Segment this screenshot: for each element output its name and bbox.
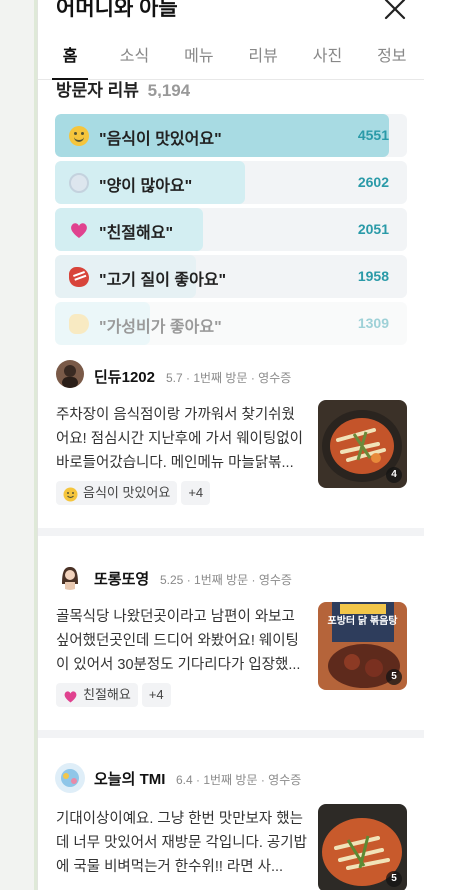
photo-count-badge: 5 xyxy=(386,871,402,887)
photo-count-badge: 5 xyxy=(386,669,402,685)
keyword-chip[interactable]: 친절해요 xyxy=(56,683,138,707)
review-tags: 음식이 맛있어요 +4 xyxy=(56,481,211,505)
more-tags-chip[interactable]: +4 xyxy=(181,481,211,505)
keyword-chip[interactable]: 음식이 맛있어요 xyxy=(56,481,178,505)
smile-emoji-icon xyxy=(69,126,89,146)
keyword-stats-list: "음식이 맛있어요" 4551 "양이 많아요" 2602 "친절해요" 205… xyxy=(55,114,407,349)
keyword-count: 2051 xyxy=(357,221,389,237)
review-item: 또롱또영 5.25 · 1번째 방문 · 영수증 골목식당 나왔던곳이라고 남편… xyxy=(38,544,424,738)
keyword-label: "고기 질이 좋아요" xyxy=(99,272,227,289)
smile-emoji-icon xyxy=(63,486,78,501)
keyword-label: "친절해요" xyxy=(99,225,174,242)
more-tags-chip[interactable]: +4 xyxy=(141,683,171,707)
review-text[interactable]: 기대이상이예요. 그냥 한번 맛만보자 했는데 너무 맛있어서 재방문 각입니다… xyxy=(56,807,308,879)
background-map-edge xyxy=(0,0,38,890)
review-item: 딘듀1202 5.7 · 1번째 방문 · 영수증 주차장이 음식점이랑 가까워… xyxy=(38,348,424,536)
review-photo[interactable]: 5 xyxy=(318,804,407,890)
panel-header: 어머니와 아들 xyxy=(56,0,408,28)
keyword-chip-label: 음식이 맛있어요 xyxy=(83,485,171,500)
keyword-count: 1958 xyxy=(357,268,389,284)
place-detail-panel: 어머니와 아들 홈 소식 메뉴 리뷰 사진 정보 방문자 리뷰 5,194 "음… xyxy=(38,0,424,890)
close-icon xyxy=(384,0,406,20)
review-text[interactable]: 골목식당 나왔던곳이라고 남편이 와보고 싶어했던곳인데 드디어 와봤어요! 웨… xyxy=(56,605,308,677)
review-meta: 6.4 · 1번째 방문 · 영수증 xyxy=(176,773,302,787)
keyword-count: 1309 xyxy=(357,315,389,331)
review-photo[interactable]: 포방터 닭 볶음탕 5 xyxy=(318,602,407,690)
tab-photos[interactable]: 사진 xyxy=(295,38,359,79)
visitor-review-title: 방문자 리뷰 xyxy=(56,81,139,98)
keyword-count: 2602 xyxy=(357,174,389,190)
bowl-emoji-icon xyxy=(69,173,89,193)
reviewer-name[interactable]: 오늘의 TMI xyxy=(94,768,165,789)
avatar[interactable] xyxy=(54,762,86,794)
keyword-row[interactable]: "양이 많아요" 2602 xyxy=(55,161,407,204)
keyword-row[interactable]: "고기 질이 좋아요" 1958 xyxy=(55,255,407,298)
tab-news[interactable]: 소식 xyxy=(102,38,166,79)
avatar[interactable] xyxy=(56,562,84,590)
tab-info[interactable]: 정보 xyxy=(360,38,424,79)
keyword-label: "양이 많아요" xyxy=(99,178,193,195)
keyword-row[interactable]: "친절해요" 2051 xyxy=(55,208,407,251)
keyword-label: "음식이 맛있어요" xyxy=(99,131,222,148)
keyword-chip-label: 친절해요 xyxy=(83,687,131,702)
tab-reviews[interactable]: 리뷰 xyxy=(231,38,295,79)
review-photo[interactable]: 4 xyxy=(318,400,407,488)
review-item: 오늘의 TMI 6.4 · 1번째 방문 · 영수증 기대이상이예요. 그냥 한… xyxy=(38,746,424,890)
reviewer-name[interactable]: 딘듀1202 xyxy=(94,366,155,387)
heart-emoji-icon xyxy=(63,688,78,703)
heart-emoji-icon xyxy=(69,220,89,240)
photo-count-badge: 4 xyxy=(386,467,402,483)
close-button[interactable] xyxy=(382,0,408,22)
place-title: 어머니와 아들 xyxy=(56,0,178,20)
tab-bar: 홈 소식 메뉴 리뷰 사진 정보 xyxy=(38,38,424,80)
tab-home[interactable]: 홈 xyxy=(38,38,102,80)
review-tags: 친절해요 +4 xyxy=(56,683,171,707)
coin-emoji-icon xyxy=(69,314,89,334)
reviewer-name[interactable]: 또롱또영 xyxy=(94,568,149,589)
map-road-stripe xyxy=(34,0,37,890)
review-text[interactable]: 주차장이 음식점이랑 가까워서 찾기쉬웠어요! 점심시간 지난후에 가서 웨이팅… xyxy=(56,403,308,475)
keyword-label: "가성비가 좋아요" xyxy=(99,319,222,336)
visitor-review-count: 5,194 xyxy=(147,81,191,98)
keyword-count: 4551 xyxy=(357,127,389,143)
avatar[interactable] xyxy=(56,360,84,388)
review-meta: 5.25 · 1번째 방문 · 영수증 xyxy=(160,573,292,587)
photo-caption: 포방터 닭 볶음탕 xyxy=(327,616,398,627)
keyword-row[interactable]: "가성비가 좋아요" 1309 xyxy=(55,302,407,345)
tab-menu[interactable]: 메뉴 xyxy=(167,38,231,79)
meat-emoji-icon xyxy=(69,267,89,287)
review-meta: 5.7 · 1번째 방문 · 영수증 xyxy=(166,371,292,385)
keyword-row[interactable]: "음식이 맛있어요" 4551 xyxy=(55,114,407,157)
